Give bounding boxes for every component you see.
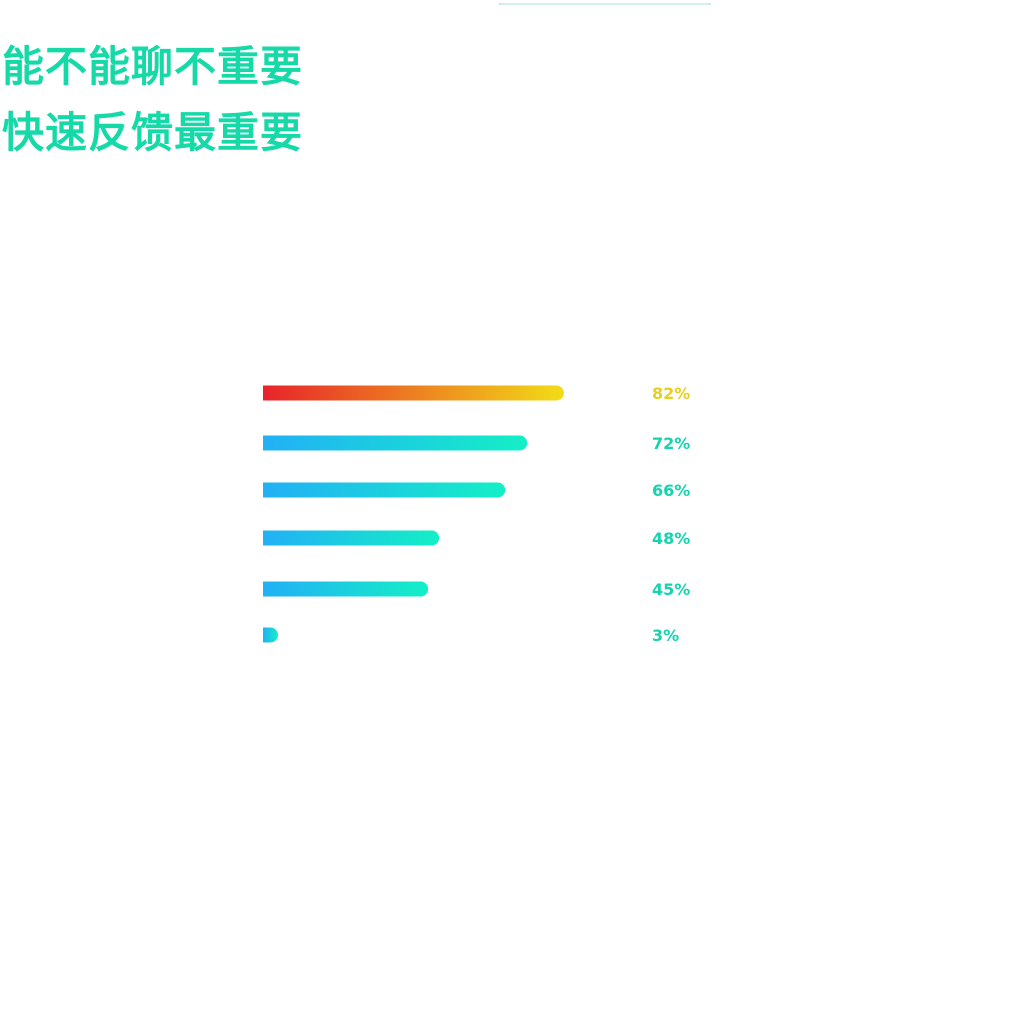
value-label-6: 3% (652, 626, 679, 645)
value-label-1: 82% (652, 384, 690, 403)
bar-3 (263, 482, 506, 498)
bars-group (263, 385, 564, 643)
bar-2 (263, 435, 528, 451)
bar-6 (263, 627, 279, 643)
value-label-5: 45% (652, 580, 690, 599)
labels-group: 82% 72% 66% 48% 45% 3% (652, 384, 690, 645)
bar-4 (263, 530, 440, 546)
value-label-2: 72% (652, 434, 690, 453)
value-label-3: 66% (652, 481, 690, 500)
bar-5 (263, 581, 429, 597)
bar-1 (263, 385, 564, 401)
value-label-4: 48% (652, 529, 690, 548)
bar-chart: 82% 72% 66% 48% 45% 3% (263, 384, 690, 645)
